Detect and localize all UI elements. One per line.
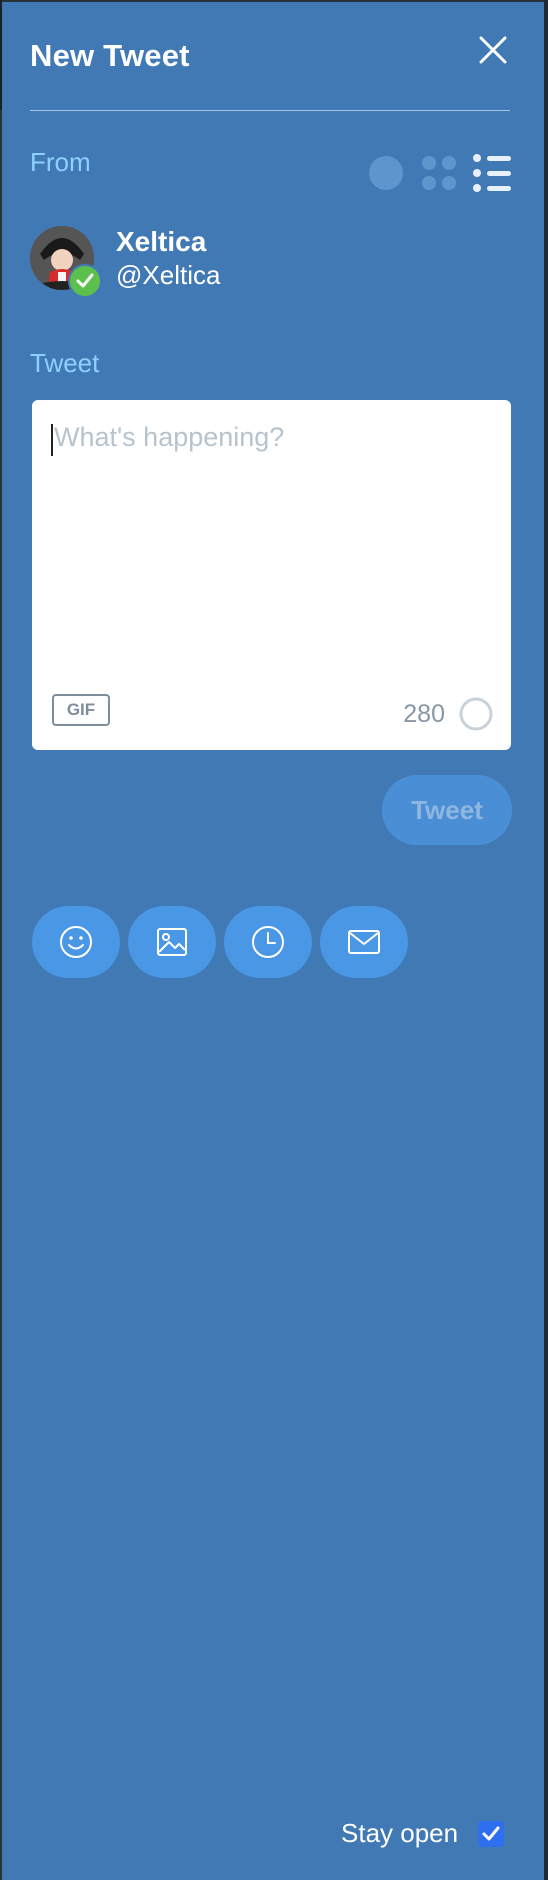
grid-accounts-view-button[interactable] xyxy=(421,155,457,191)
add-image-button[interactable] xyxy=(128,906,216,978)
character-limit-ring-icon xyxy=(459,697,493,731)
account-handle: @Xeltica xyxy=(116,260,221,290)
gif-button[interactable]: GIF xyxy=(52,694,110,726)
account-view-switcher xyxy=(368,154,511,192)
avatar-container xyxy=(30,226,102,298)
stay-open-label: Stay open xyxy=(341,1818,459,1848)
account-selector[interactable]: Xeltica @Xeltica xyxy=(30,226,220,298)
tweet-submit-button[interactable]: Tweet xyxy=(382,775,512,845)
direct-message-icon xyxy=(348,930,380,954)
panel-border xyxy=(544,0,548,1880)
tweet-label: Tweet xyxy=(30,348,100,378)
schedule-clock-icon xyxy=(252,926,284,958)
schedule-button[interactable] xyxy=(224,906,312,978)
grid-accounts-icon xyxy=(422,156,456,190)
panel-title: New Tweet xyxy=(30,38,190,73)
single-account-view-button[interactable] xyxy=(368,155,404,191)
compose-box: GIF 280 xyxy=(32,400,511,750)
stay-open-control: Stay open xyxy=(341,1818,505,1849)
close-button[interactable] xyxy=(473,30,513,70)
compose-tools xyxy=(32,906,408,978)
direct-message-button[interactable] xyxy=(320,906,408,978)
account-name: Xeltica xyxy=(116,226,207,257)
check-icon xyxy=(76,273,94,288)
from-label: From xyxy=(30,147,91,177)
tweet-text-input[interactable] xyxy=(52,420,491,624)
list-accounts-icon xyxy=(473,154,511,192)
account-info: Xeltica @Xeltica xyxy=(116,226,220,292)
checkmark-icon xyxy=(482,1826,500,1840)
list-accounts-view-button[interactable] xyxy=(473,154,511,192)
emoji-icon xyxy=(60,926,92,958)
image-icon xyxy=(157,928,187,956)
stay-open-checkbox[interactable] xyxy=(478,1820,505,1847)
close-icon xyxy=(479,36,507,64)
header-divider xyxy=(30,110,510,111)
single-account-icon xyxy=(369,156,403,190)
emoji-button[interactable] xyxy=(32,906,120,978)
character-count: 280 xyxy=(403,700,445,728)
text-caret xyxy=(51,424,53,456)
verified-badge xyxy=(68,264,102,298)
